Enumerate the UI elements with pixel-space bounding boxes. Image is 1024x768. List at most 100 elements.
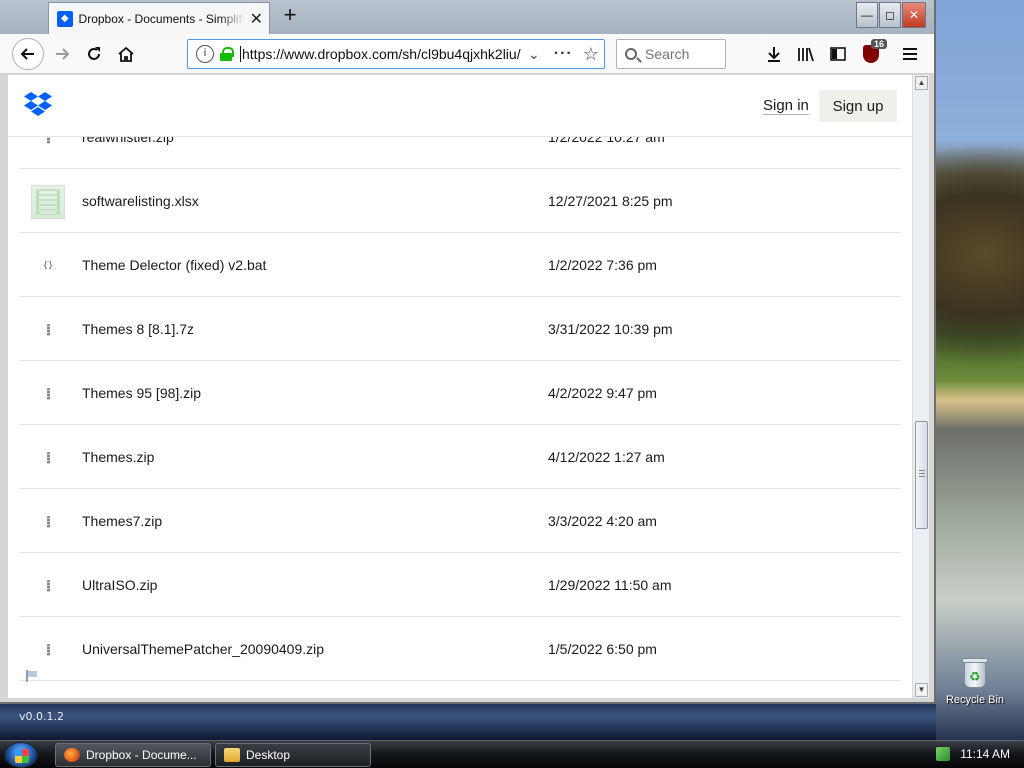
dropbox-header: Sign in Sign up — [8, 75, 912, 137]
file-name[interactable]: UniversalThemePatcher_20090409.zip — [82, 641, 324, 657]
recycle-bin[interactable]: ♻ Recycle Bin — [942, 656, 1008, 706]
download-icon — [768, 47, 780, 62]
file-row[interactable]: Themes 8 [8.1].7z 3/31/2022 10:39 pm — [19, 297, 901, 361]
taskbar: Dropbox - Docume... Desktop 11:14 AM — [0, 740, 1024, 768]
file-name[interactable]: softwarelisting.xlsx — [82, 193, 199, 209]
scrollbar-thumb[interactable] — [915, 421, 928, 529]
zip-file-icon — [31, 505, 65, 539]
library-button[interactable] — [790, 38, 822, 70]
taskbar-item-dropbox[interactable]: Dropbox - Docume... — [55, 743, 211, 767]
firefox-icon — [64, 748, 80, 762]
bookmark-star-icon[interactable]: ☆ — [583, 44, 599, 65]
file-name[interactable]: Themes 95 [98].zip — [82, 385, 201, 401]
clock[interactable]: 11:14 AM — [960, 747, 1010, 761]
back-button[interactable] — [12, 38, 44, 70]
zip-file-icon — [31, 633, 65, 667]
file-modified-date: 4/2/2022 9:47 pm — [548, 385, 657, 401]
back-arrow-icon — [20, 48, 34, 60]
file-modified-date: 12/27/2021 8:25 pm — [548, 193, 673, 209]
scroll-down-arrow-icon[interactable]: ▼ — [915, 683, 928, 697]
forward-arrow-icon — [56, 48, 70, 60]
taskbar-item-label: Desktop — [246, 748, 291, 762]
file-name[interactable]: Themes.zip — [82, 449, 154, 465]
file-modified-date: 4/12/2022 1:27 am — [548, 449, 665, 465]
taskbar-item-desktop[interactable]: Desktop — [215, 743, 371, 767]
search-input[interactable]: Search — [616, 39, 726, 69]
system-tray: 11:14 AM — [936, 747, 1010, 761]
file-name[interactable]: Themes 8 [8.1].7z — [82, 321, 194, 337]
page-actions-icon[interactable]: ··· — [554, 45, 573, 63]
file-modified-date: 3/31/2022 10:39 pm — [548, 321, 673, 337]
forward-button[interactable] — [46, 38, 78, 70]
ublock-button[interactable]: 16 — [855, 38, 887, 70]
windows-logo-icon — [15, 749, 29, 763]
file-row[interactable]: softwarelisting.xlsx 12/27/2021 8:25 pm — [19, 169, 901, 233]
window-controls: — ◻ ✕ — [856, 2, 926, 28]
file-name[interactable]: Theme Delector (fixed) v2.bat — [82, 257, 266, 273]
sidebar-icon — [830, 47, 846, 61]
library-icon — [798, 47, 814, 62]
spreadsheet-thumbnail-icon — [31, 185, 65, 219]
home-icon — [118, 46, 134, 62]
url-text[interactable]: https://www.dropbox.com/sh/cl9bu4qjxhk2l… — [240, 46, 522, 62]
browser-window: ◆ Dropbox - Documents - Simplified ✕ + —… — [0, 0, 936, 704]
home-button[interactable] — [110, 38, 142, 70]
flag-icon[interactable] — [26, 670, 38, 682]
file-row[interactable]: Themes.zip 4/12/2022 1:27 am — [19, 425, 901, 489]
search-placeholder: Search — [645, 46, 690, 62]
sign-up-button[interactable]: Sign up — [819, 90, 897, 122]
zip-file-icon — [31, 313, 65, 347]
recycle-bin-icon: ♻ — [960, 656, 990, 690]
file-modified-date: 1/29/2022 11:50 am — [548, 577, 672, 593]
navigation-toolbar: i https://www.dropbox.com/sh/cl9bu4qjxhk… — [0, 34, 934, 74]
ublock-badge: 16 — [870, 39, 887, 49]
file-name[interactable]: UltraISO.zip — [82, 577, 157, 593]
sign-in-link[interactable]: Sign in — [763, 97, 809, 115]
hamburger-menu-icon — [903, 48, 917, 60]
menu-button[interactable] — [894, 38, 926, 70]
start-button[interactable] — [4, 742, 38, 768]
close-window-button[interactable]: ✕ — [902, 2, 926, 28]
tab-close-icon[interactable]: ✕ — [250, 9, 263, 29]
maximize-button[interactable]: ◻ — [879, 2, 901, 28]
code-file-icon: {} — [42, 261, 54, 271]
file-list: realwhistler.zip 1/2/2022 10:27 am softwar… — [19, 105, 901, 681]
page-content: Sign in Sign up realwhistler.zip 1/2/2022… — [8, 75, 912, 698]
tab-dropbox[interactable]: ◆ Dropbox - Documents - Simplified ✕ — [48, 2, 270, 34]
reload-button[interactable] — [78, 38, 110, 70]
file-modified-date: 1/5/2022 6:50 pm — [548, 641, 657, 657]
file-modified-date: 3/3/2022 4:20 am — [548, 513, 657, 529]
folder-icon — [224, 748, 240, 762]
desktop-wallpaper-bottom — [0, 700, 936, 740]
file-row[interactable]: {} Theme Delector (fixed) v2.bat 1/2/2022 … — [19, 233, 901, 297]
zip-file-icon — [31, 377, 65, 411]
dropbox-logo-icon[interactable] — [24, 92, 52, 116]
reload-icon — [88, 47, 100, 60]
downloads-button[interactable] — [758, 38, 790, 70]
file-modified-date: 1/2/2022 7:36 pm — [548, 257, 657, 273]
search-icon — [625, 48, 637, 60]
taskbar-item-label: Dropbox - Docume... — [86, 748, 197, 762]
scroll-up-arrow-icon[interactable]: ▲ — [915, 76, 928, 90]
dropbox-favicon-icon: ◆ — [57, 10, 73, 27]
minimize-button[interactable]: — — [856, 2, 878, 28]
file-row[interactable]: Themes 95 [98].zip 4/2/2022 9:47 pm — [19, 361, 901, 425]
lock-icon — [220, 47, 234, 61]
chevron-down-icon[interactable]: ⌄ — [528, 46, 540, 63]
file-row[interactable]: UltraISO.zip 1/29/2022 11:50 am — [19, 553, 901, 617]
zip-file-icon — [31, 569, 65, 603]
file-row[interactable]: Themes7.zip 3/3/2022 4:20 am — [19, 489, 901, 553]
sidebar-button[interactable] — [822, 38, 854, 70]
recycle-bin-label: Recycle Bin — [945, 694, 1005, 706]
address-bar[interactable]: i https://www.dropbox.com/sh/cl9bu4qjxhk… — [187, 39, 605, 69]
network-icon[interactable] — [936, 747, 951, 761]
tab-title: Dropbox - Documents - Simplified — [78, 11, 244, 26]
zip-file-icon — [31, 441, 65, 475]
file-name[interactable]: Themes7.zip — [82, 513, 162, 529]
file-row[interactable]: UniversalThemePatcher_20090409.zip 1/5/20… — [19, 617, 901, 681]
version-label: v0.0.1.2 — [19, 710, 64, 723]
new-tab-button[interactable]: + — [278, 4, 302, 28]
page-scrollbar[interactable]: ▲ ▼ — [912, 75, 929, 698]
site-info-icon[interactable]: i — [196, 45, 214, 63]
tab-strip: ◆ Dropbox - Documents - Simplified ✕ + —… — [0, 0, 934, 34]
